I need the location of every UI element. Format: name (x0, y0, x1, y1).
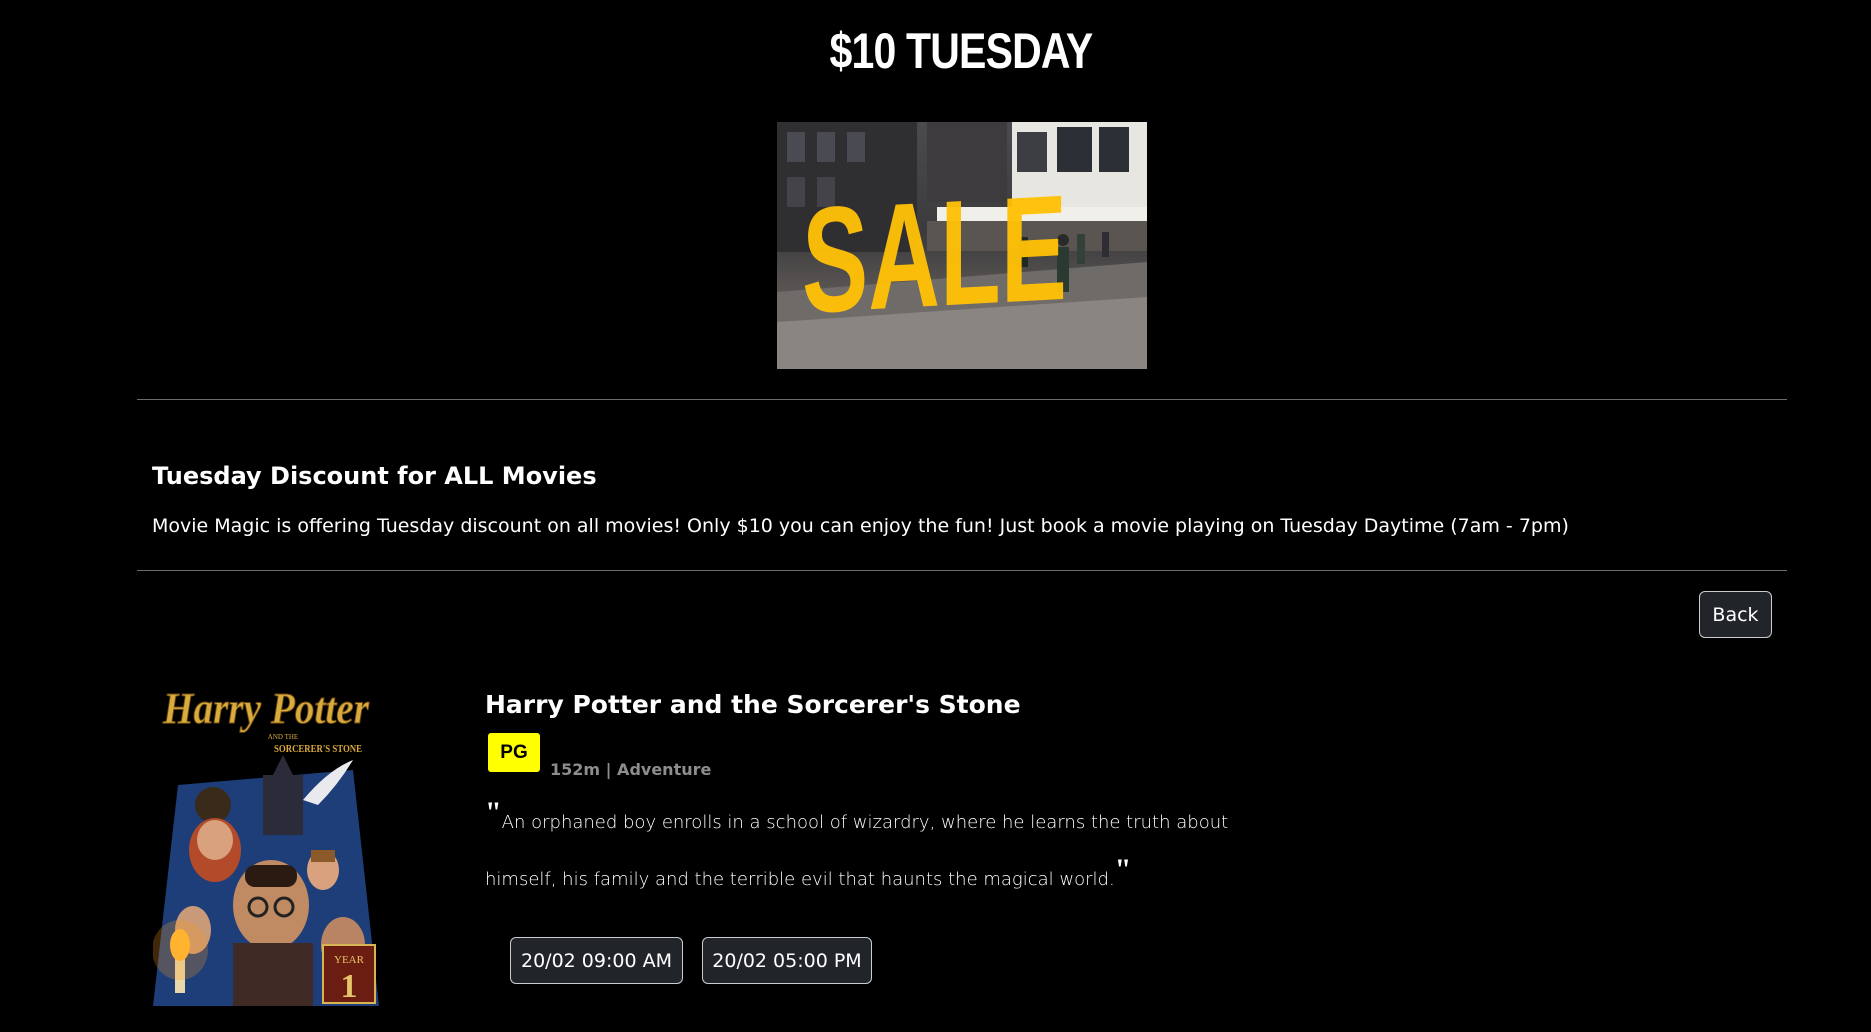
showtime-button[interactable]: 20/02 05:00 PM (702, 937, 872, 984)
divider (137, 399, 1787, 400)
svg-text:1: 1 (341, 968, 358, 1005)
movie-synopsis: "An orphaned boy enrolls in a school of … (485, 789, 1305, 903)
discount-heading: Tuesday Discount for ALL Movies (152, 462, 597, 490)
divider (137, 570, 1787, 571)
poster-artwork: YEAR 1 Harry Potter AND THE SORCERER'S S… (153, 675, 379, 1006)
page: $10 TUESDAY SALE Tuesday Discount for AL… (0, 0, 1871, 1032)
movie-title[interactable]: Harry Potter and the Sorcerer's Stone (485, 690, 1021, 719)
svg-text:AND THE: AND THE (268, 733, 298, 741)
svg-text:SORCERER'S STONE: SORCERER'S STONE (274, 743, 362, 755)
discount-description: Movie Magic is offering Tuesday discount… (152, 515, 1569, 537)
showtime-button[interactable]: 20/02 09:00 AM (510, 937, 683, 984)
back-button[interactable]: Back (1699, 591, 1772, 638)
movie-meta: 152m | Adventure (550, 760, 712, 779)
sale-banner-graphic: SALE (777, 122, 1147, 369)
movie-poster[interactable]: YEAR 1 Harry Potter AND THE SORCERER'S S… (153, 675, 379, 1006)
close-quote-icon: " (1114, 853, 1132, 886)
svg-text:SALE: SALE (802, 163, 1067, 345)
svg-text:YEAR: YEAR (334, 954, 365, 966)
svg-text:Harry Potter: Harry Potter (162, 684, 370, 733)
promo-title: $10 TUESDAY (829, 23, 1094, 79)
sale-banner-image: SALE (777, 122, 1147, 369)
rating-badge: PG (488, 733, 540, 772)
open-quote-icon: " (485, 796, 502, 829)
